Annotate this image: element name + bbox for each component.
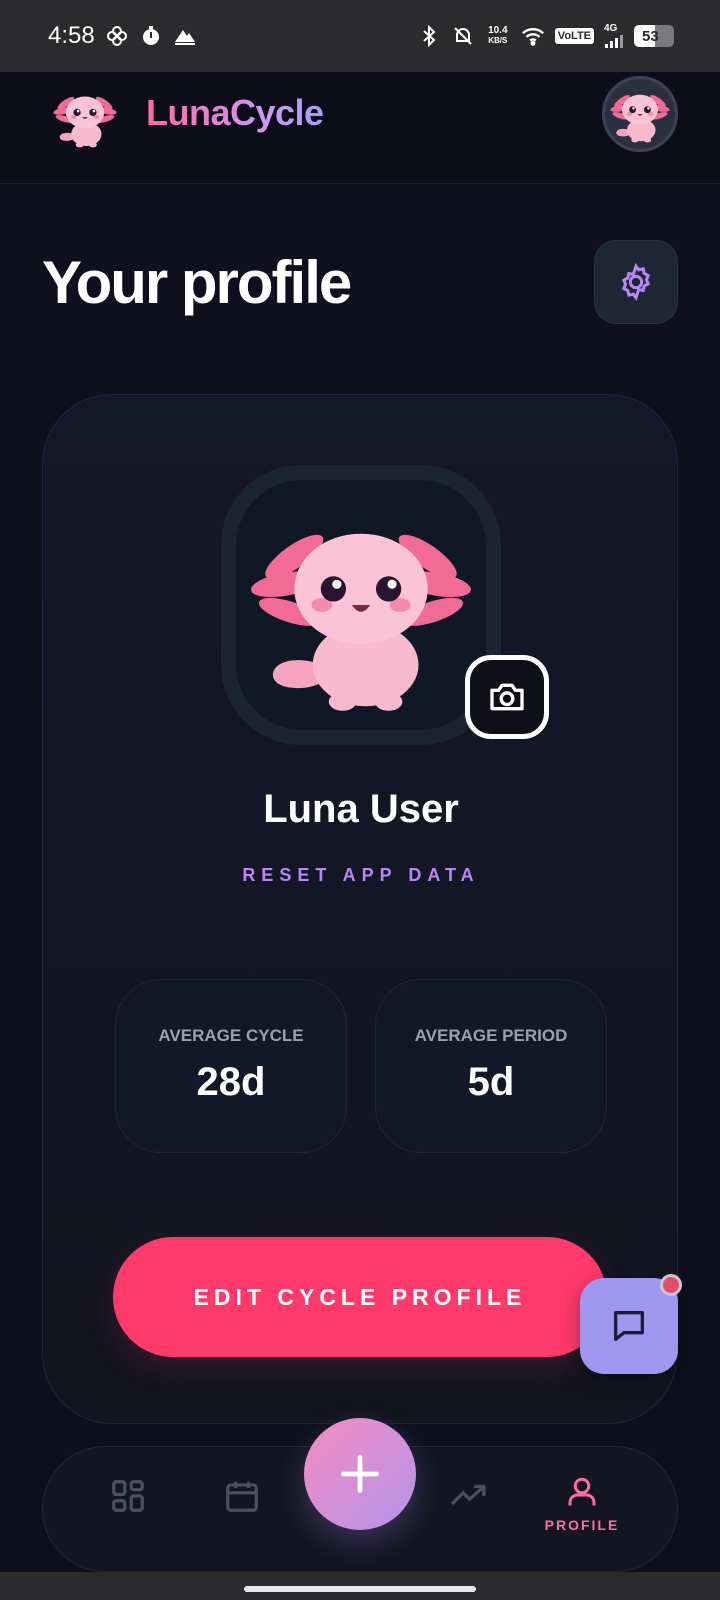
chat-bubble-icon <box>614 1311 644 1341</box>
trending-up-icon <box>451 1484 486 1506</box>
axolotl-avatar <box>246 490 476 720</box>
user-name: Luna User <box>263 787 459 831</box>
net-speed-value: 10.4 <box>488 25 508 36</box>
mute-icon <box>451 24 475 48</box>
change-photo-button[interactable] <box>465 655 549 739</box>
plus-icon <box>341 1455 379 1493</box>
stat-label: AVERAGE CYCLE <box>158 1026 304 1045</box>
gear-icon <box>621 262 651 302</box>
app-name: LunaCycle <box>146 92 324 133</box>
stopwatch-icon <box>139 24 163 48</box>
battery-level: 53 <box>642 27 659 45</box>
network-speed: 10.4 KB/S <box>485 26 511 46</box>
average-cycle-stat: AVERAGE CYCLE 28d <box>115 979 347 1153</box>
network-type: 4G <box>604 23 618 34</box>
nav-label-profile: PROFILE <box>544 1517 620 1533</box>
profile-avatar-image <box>236 480 486 730</box>
status-time: 4:58 <box>48 22 95 49</box>
wifi-icon <box>521 24 545 48</box>
nav-item-profile[interactable]: PROFILE <box>537 1473 627 1543</box>
grid-icon <box>112 1480 144 1512</box>
stat-value: 5d <box>467 1060 515 1104</box>
app-header: LunaCycle <box>0 72 720 184</box>
bluetooth-icon <box>417 24 441 48</box>
nav-item-trends[interactable] <box>423 1477 513 1547</box>
nav-item-dashboard[interactable] <box>83 1477 173 1547</box>
profile-avatar[interactable] <box>221 465 501 745</box>
reset-app-data-button[interactable]: RESET APP DATA <box>43 865 679 886</box>
settings-button[interactable] <box>594 240 678 324</box>
battery-icon: 53 <box>634 25 674 47</box>
edit-cycle-profile-button[interactable]: EDIT CYCLE PROFILE <box>113 1237 607 1357</box>
nav-item-calendar[interactable] <box>197 1477 287 1547</box>
average-period-stat: AVERAGE PERIOD 5d <box>375 979 607 1153</box>
header-avatar[interactable] <box>602 76 678 152</box>
camera-icon <box>490 683 524 711</box>
axolotl-logo <box>46 84 124 150</box>
profile-card: Luna User RESET APP DATA AVERAGE CYCLE 2… <box>42 394 678 1424</box>
page-title: Your profile <box>42 249 352 316</box>
home-indicator[interactable] <box>244 1586 476 1592</box>
volte-badge: VoLTE <box>554 28 594 44</box>
signal-indicator: 4G <box>604 24 624 48</box>
net-speed-unit: KB/S <box>488 36 508 45</box>
person-icon <box>568 1477 596 1506</box>
status-bar: 4:58 10.4 KB/S VoLTE 4G 53 <box>0 0 720 72</box>
add-entry-button[interactable] <box>304 1418 416 1530</box>
signal-icon <box>605 35 623 48</box>
avatar-axolotl-icon <box>609 83 671 145</box>
mountain-icon <box>173 24 197 48</box>
stat-label: AVERAGE PERIOD <box>414 1026 568 1045</box>
chat-notification-dot <box>660 1274 682 1296</box>
pinwheel-icon <box>105 24 129 48</box>
calendar-icon <box>226 1481 258 1512</box>
stat-value: 28d <box>196 1060 266 1104</box>
